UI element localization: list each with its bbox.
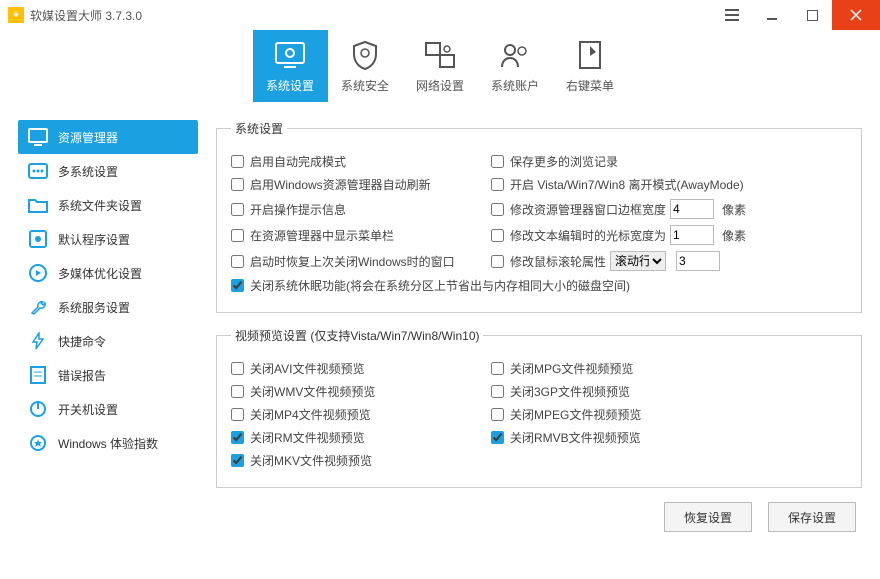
sidebar-item-label: 系统服务设置	[58, 299, 130, 316]
group-legend: 系统设置	[231, 120, 287, 137]
tab-system-accounts[interactable]: 系统账户	[478, 30, 553, 102]
sidebar-item-label: 系统文件夹设置	[58, 197, 142, 214]
wheel-lines-input[interactable]	[676, 251, 720, 271]
chk-border-width[interactable]: 修改资源管理器窗口边框宽度	[491, 201, 666, 218]
unit-label: 像素	[722, 201, 746, 218]
video-preview-group: 视频预览设置 (仅支持Vista/Win7/Win8/Win10) 关闭AVI文…	[216, 327, 862, 488]
button-row: 恢复设置 保存设置	[216, 502, 862, 532]
sidebar-item-folders[interactable]: 系统文件夹设置	[18, 188, 198, 222]
shield-icon	[351, 39, 379, 71]
sidebar-item-default-programs[interactable]: 默认程序设置	[18, 222, 198, 256]
chk-wmv[interactable]: 关闭WMV文件视频预览	[231, 383, 375, 400]
star-gear-icon	[28, 433, 48, 453]
chk-3gp[interactable]: 关闭3GP文件视频预览	[491, 383, 630, 400]
tab-network-settings[interactable]: 网络设置	[403, 30, 478, 102]
chk-avi[interactable]: 关闭AVI文件视频预览	[231, 360, 364, 377]
tab-label: 系统设置	[266, 77, 314, 94]
sidebar-item-label: Windows 体验指数	[58, 435, 158, 452]
network-icon	[424, 39, 456, 71]
sidebar-item-multisystem[interactable]: 多系统设置	[18, 154, 198, 188]
tab-system-security[interactable]: 系统安全	[328, 30, 403, 102]
chk-away-mode[interactable]: 开启 Vista/Win7/Win8 离开模式(AwayMode)	[491, 176, 744, 193]
context-menu-icon	[578, 39, 602, 71]
sidebar-item-shortcuts[interactable]: 快捷命令	[18, 324, 198, 358]
grid-icon	[28, 161, 48, 181]
window-title: 软媒设置大师 3.7.3.0	[30, 7, 142, 24]
tab-context-menu[interactable]: 右键菜单	[553, 30, 628, 102]
sidebar-item-label: 多媒体优化设置	[58, 265, 142, 282]
hamburger-icon	[725, 9, 739, 21]
tab-label: 系统安全	[341, 77, 389, 94]
sidebar-item-services[interactable]: 系统服务设置	[18, 290, 198, 324]
chk-mp4[interactable]: 关闭MP4文件视频预览	[231, 406, 371, 423]
chk-restore-windows[interactable]: 启动时恢复上次关闭Windows时的窗口	[231, 253, 455, 270]
chk-rm[interactable]: 关闭RM文件视频预览	[231, 429, 365, 446]
top-nav: 系统设置 系统安全 网络设置 系统账户 右键菜单	[0, 30, 880, 102]
chk-show-menubar[interactable]: 在资源管理器中显示菜单栏	[231, 227, 394, 244]
menu-button[interactable]	[712, 0, 752, 30]
chk-rmvb[interactable]: 关闭RMVB文件视频预览	[491, 429, 641, 446]
gear-monitor-icon	[274, 39, 306, 71]
system-settings-group: 系统设置 启用自动完成模式 保存更多的浏览记录 启用Windows资源管理器自动…	[216, 120, 862, 313]
group-legend: 视频预览设置 (仅支持Vista/Win7/Win8/Win10)	[231, 327, 483, 344]
unit-label: 像素	[722, 227, 746, 244]
sidebar-item-power[interactable]: 开关机设置	[18, 392, 198, 426]
sidebar-item-experience-index[interactable]: Windows 体验指数	[18, 426, 198, 460]
wheel-mode-select[interactable]: 滚动行	[610, 251, 666, 271]
chk-wheel[interactable]: 修改鼠标滚轮属性	[491, 253, 606, 270]
chk-mpeg[interactable]: 关闭MPEG文件视频预览	[491, 406, 641, 423]
users-icon	[499, 39, 531, 71]
chk-auto-refresh[interactable]: 启用Windows资源管理器自动刷新	[231, 176, 431, 193]
sidebar-item-label: 多系统设置	[58, 163, 118, 180]
close-icon	[850, 9, 862, 21]
sidebar-item-label: 资源管理器	[58, 129, 118, 146]
chk-op-tips[interactable]: 开启操作提示信息	[231, 201, 346, 218]
tab-system-settings[interactable]: 系统设置	[253, 30, 328, 102]
power-icon	[28, 399, 48, 419]
sidebar-item-label: 快捷命令	[58, 333, 106, 350]
maximize-button[interactable]	[792, 0, 832, 30]
report-icon	[28, 365, 48, 385]
sidebar-item-explorer[interactable]: 资源管理器	[18, 120, 198, 154]
tab-label: 系统账户	[491, 77, 539, 94]
wrench-icon	[28, 297, 48, 317]
bolt-icon	[28, 331, 48, 351]
maximize-icon	[807, 10, 818, 21]
caret-width-input[interactable]	[670, 225, 714, 245]
app-logo-icon: ✦	[8, 7, 24, 23]
minimize-icon	[766, 9, 778, 21]
chk-autocomplete[interactable]: 启用自动完成模式	[231, 153, 346, 170]
sidebar-item-label: 错误报告	[58, 367, 106, 384]
chk-caret-width[interactable]: 修改文本编辑时的光标宽度为	[491, 227, 666, 244]
titlebar: ✦ 软媒设置大师 3.7.3.0	[0, 0, 880, 30]
minimize-button[interactable]	[752, 0, 792, 30]
chk-more-history[interactable]: 保存更多的浏览记录	[491, 153, 618, 170]
chk-mkv[interactable]: 关闭MKV文件视频预览	[231, 452, 372, 469]
sidebar-item-label: 默认程序设置	[58, 231, 130, 248]
tab-label: 右键菜单	[566, 77, 614, 94]
sidebar: 资源管理器 多系统设置 系统文件夹设置 默认程序设置 多媒体优化设置 系统服务设…	[18, 120, 198, 579]
tab-label: 网络设置	[416, 77, 464, 94]
close-button[interactable]	[832, 0, 880, 30]
chk-mpg[interactable]: 关闭MPG文件视频预览	[491, 360, 633, 377]
save-button[interactable]: 保存设置	[768, 502, 856, 532]
sidebar-item-label: 开关机设置	[58, 401, 118, 418]
folder-icon	[28, 195, 48, 215]
sidebar-item-error-report[interactable]: 错误报告	[18, 358, 198, 392]
sidebar-item-multimedia[interactable]: 多媒体优化设置	[18, 256, 198, 290]
restore-button[interactable]: 恢复设置	[664, 502, 752, 532]
border-width-input[interactable]	[670, 199, 714, 219]
content-pane: 系统设置 启用自动完成模式 保存更多的浏览记录 启用Windows资源管理器自动…	[198, 120, 862, 579]
chk-disable-hibernate[interactable]: 关闭系统休眠功能(将会在系统分区上节省出与内存相同大小的磁盘空间)	[231, 277, 630, 294]
media-icon	[28, 263, 48, 283]
app-icon	[28, 229, 48, 249]
monitor-icon	[28, 127, 48, 147]
